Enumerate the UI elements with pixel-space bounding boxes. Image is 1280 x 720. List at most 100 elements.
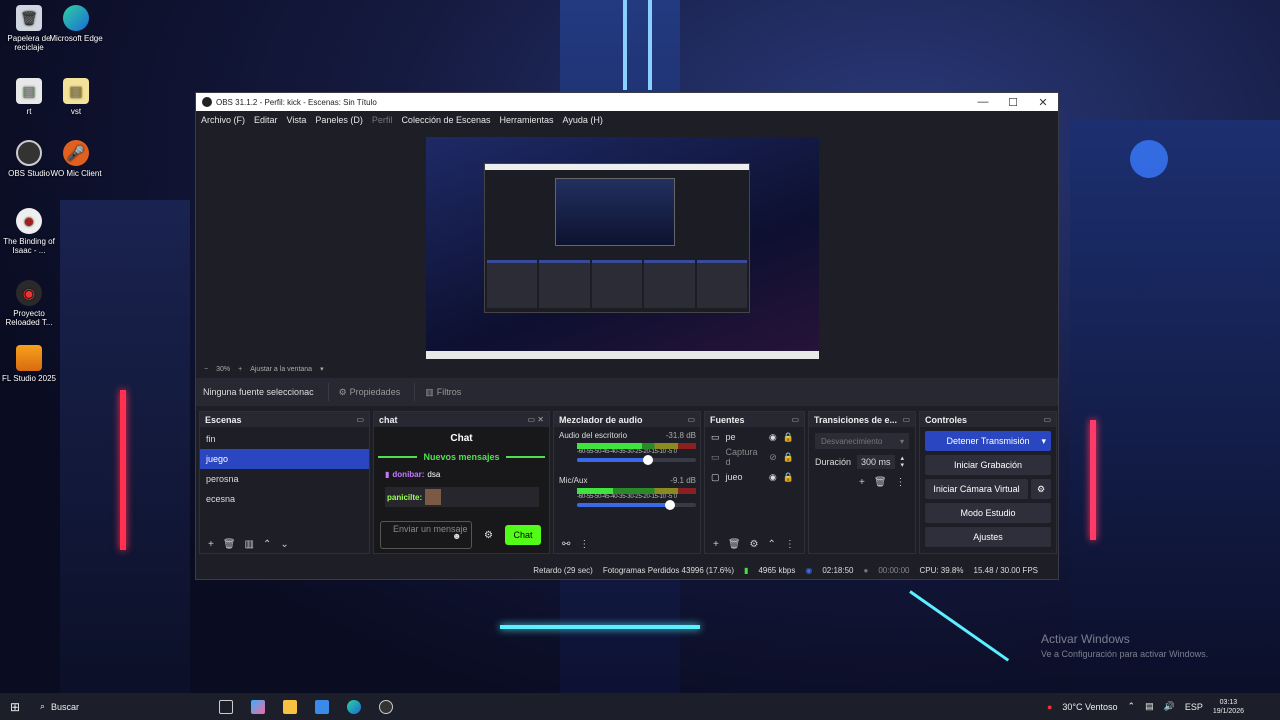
preview-canvas[interactable] (426, 137, 819, 359)
no-source-label: Ninguna fuente seleccionac (203, 387, 314, 397)
chevron-up-icon[interactable]: ⌃ (1128, 701, 1136, 712)
title-bar[interactable]: OBS 31.1.2 - Perfil: kick - Escenas: Sin… (196, 93, 1058, 111)
eye-icon[interactable]: ◉ (769, 472, 777, 483)
edge-icon[interactable] (347, 699, 361, 714)
volume-slider[interactable] (577, 500, 696, 510)
slider-knob[interactable] (664, 500, 675, 510)
scene-item[interactable]: fin (200, 429, 369, 449)
desktop-icon-vst[interactable]: ▤ vst (47, 78, 105, 116)
chat-username[interactable]: panicilte: (387, 493, 422, 502)
copilot-icon[interactable] (251, 699, 265, 714)
channel-name: Mic/Aux (559, 476, 588, 485)
gear-icon[interactable]: ⚙ (1031, 479, 1051, 499)
undock-icon[interactable]: ▭ ✕ (528, 415, 544, 424)
menu-vista[interactable]: Vista (287, 115, 307, 125)
more-icon[interactable]: ⋮ (579, 539, 589, 550)
zoom-in-button[interactable]: + (238, 366, 242, 373)
scene-item-selected[interactable]: juego (200, 449, 369, 469)
duration-stepper[interactable]: ▴ ▾ (901, 455, 905, 469)
task-view-icon[interactable] (219, 699, 233, 714)
network-icon[interactable]: ▤ (1145, 701, 1154, 712)
menu-herramientas[interactable]: Herramientas (500, 115, 554, 125)
trash-icon[interactable]: 🗑 (728, 539, 741, 550)
weather-text[interactable]: 30°C Ventoso (1062, 702, 1117, 712)
start-recording-button[interactable]: Iniciar Grabación (925, 455, 1051, 475)
duration-label: Duración (815, 457, 852, 467)
desktop-icon-womic[interactable]: 🎤 WO Mic Client (47, 140, 105, 178)
undock-icon[interactable]: ▭ (791, 415, 799, 424)
minimize-button[interactable]: — (968, 96, 998, 109)
desktop-icon-isaac[interactable]: ☻ The Binding of Isaac - ... (0, 208, 58, 255)
trash-icon[interactable]: 🗑 (223, 539, 236, 550)
settings-button[interactable]: Ajustes (925, 527, 1051, 547)
menu-perfil[interactable]: Perfil (372, 115, 393, 125)
eye-hidden-icon[interactable]: ⊘ (769, 452, 777, 463)
desktop-icon-proyecto[interactable]: ◉ Proyecto Reloaded T... (0, 280, 58, 327)
more-icon[interactable]: ⋮ (785, 539, 795, 550)
chevron-up-icon[interactable]: ⌃ (768, 539, 776, 550)
duration-input[interactable]: 300 ms (857, 455, 895, 469)
volume-slider[interactable] (577, 455, 696, 465)
filters-button[interactable]: ▥ Filtros (414, 383, 461, 401)
fit-window-button[interactable]: Ajustar a la ventana (250, 366, 312, 373)
volume-icon[interactable]: 🔊 (1164, 701, 1175, 712)
gear-icon[interactable]: ⚙ (750, 539, 759, 550)
more-icon[interactable]: ⋮ (896, 477, 906, 488)
chat-send-button[interactable]: Chat (505, 525, 541, 545)
add-icon[interactable]: + (859, 477, 865, 488)
menu-archivo[interactable]: Archivo (F) (201, 115, 245, 125)
filter-icon[interactable]: ▥ (245, 539, 254, 550)
menu-editar[interactable]: Editar (254, 115, 278, 125)
file-icon: ▤ (63, 78, 89, 104)
store-icon[interactable] (315, 699, 329, 714)
undock-icon[interactable]: ▭ (902, 415, 910, 424)
source-item[interactable]: ▭ Captura d ⊘ 🔒 (705, 447, 804, 467)
properties-button[interactable]: ⚙ Propiedades (327, 383, 400, 401)
obs-icon[interactable] (379, 699, 393, 714)
stop-streaming-button[interactable]: Detener Transmisión ▾ (925, 431, 1051, 451)
maximize-button[interactable]: ☐ (998, 96, 1028, 109)
menu-paneles[interactable]: Paneles (D) (315, 115, 363, 125)
source-item[interactable]: ▭ pe ◉ 🔒 (705, 427, 804, 447)
scene-item[interactable]: ecesna (200, 489, 369, 509)
status-bar: Retardo (29 sec) Fotogramas Perdidos 439… (196, 561, 1058, 579)
clock[interactable]: 03:13 19/1/2026 (1213, 698, 1244, 716)
add-icon[interactable]: + (208, 539, 214, 550)
chat-username[interactable]: donibar: (392, 470, 424, 479)
undock-icon[interactable]: ▭ (356, 415, 364, 424)
gear-icon[interactable]: ⚙ (484, 530, 493, 541)
lock-icon[interactable]: 🔒 (783, 472, 794, 483)
menu-coleccion[interactable]: Colección de Escenas (401, 115, 490, 125)
lock-icon[interactable]: 🔒 (783, 432, 794, 443)
file-explorer-icon[interactable] (283, 699, 297, 714)
eye-icon[interactable]: ◉ (769, 432, 777, 443)
mixer-title: Mezclador de audio (559, 414, 643, 425)
desktop-icon-flstudio[interactable]: FL Studio 2025 (0, 345, 58, 383)
controls-title: Controles (925, 414, 968, 425)
taskbar-search[interactable]: ⌕ Buscar (30, 693, 210, 720)
windows-start-icon[interactable]: ⊞ (10, 700, 20, 714)
add-icon[interactable]: + (713, 539, 719, 550)
undock-icon[interactable]: ▭ (687, 415, 695, 424)
slider-knob[interactable] (643, 455, 654, 465)
desktop-icon-edge[interactable]: Microsoft Edge (47, 5, 105, 43)
close-button[interactable]: ✕ (1028, 96, 1058, 109)
zoom-dropdown-icon[interactable]: ▾ (320, 365, 324, 373)
lang-indicator[interactable]: ESP (1185, 702, 1203, 712)
studio-mode-button[interactable]: Modo Estudio (925, 503, 1051, 523)
menu-ayuda[interactable]: Ayuda (H) (563, 115, 603, 125)
preview-area[interactable] (196, 129, 1058, 361)
chevron-down-icon[interactable]: ⌄ (280, 539, 288, 550)
undock-icon[interactable]: ▭ (1043, 415, 1051, 424)
scene-item[interactable]: perosna (200, 469, 369, 489)
chevron-up-icon[interactable]: ⌃ (263, 539, 271, 550)
trash-icon[interactable]: 🗑 (874, 477, 887, 488)
start-virtual-camera-button[interactable]: Iniciar Cámara Virtual (925, 479, 1028, 499)
source-item[interactable]: ▢ jueo ◉ 🔒 (705, 467, 804, 487)
zoom-out-button[interactable]: − (204, 366, 208, 373)
transition-select[interactable]: Desvanecimiento ▾ (815, 433, 909, 449)
signal-icon: ▮ (744, 565, 749, 575)
link-icon[interactable]: ⚯ (562, 539, 570, 550)
emoji-icon[interactable]: ☻ (452, 531, 461, 541)
lock-icon[interactable]: 🔒 (783, 452, 794, 463)
